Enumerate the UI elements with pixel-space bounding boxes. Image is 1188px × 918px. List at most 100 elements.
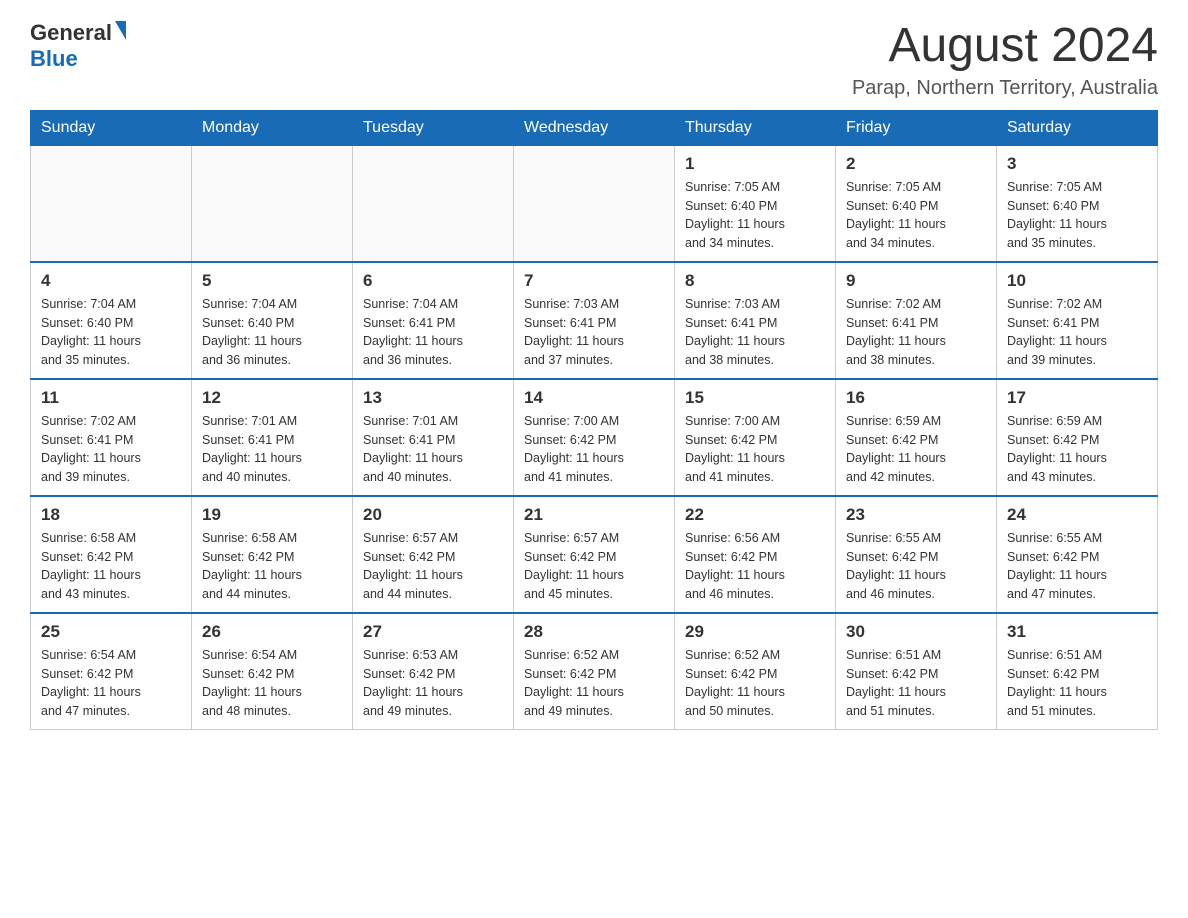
day-number: 4 (41, 271, 181, 291)
calendar-day-header: Friday (836, 110, 997, 145)
day-info: Sunrise: 7:04 AM Sunset: 6:40 PM Dayligh… (41, 295, 181, 370)
calendar-week-row: 18 Sunrise: 6:58 AM Sunset: 6:42 PM Dayli… (31, 496, 1158, 613)
day-info: Sunrise: 6:58 AM Sunset: 6:42 PM Dayligh… (41, 529, 181, 604)
day-number: 25 (41, 622, 181, 642)
day-number: 9 (846, 271, 986, 291)
day-number: 21 (524, 505, 664, 525)
calendar-day-header: Thursday (675, 110, 836, 145)
calendar-cell: 5 Sunrise: 7:04 AM Sunset: 6:40 PM Daylig… (192, 262, 353, 379)
calendar-cell: 15Sunrise: 7:00 AM Sunset: 6:42 PM Dayli… (675, 379, 836, 496)
calendar-day-header: Sunday (31, 110, 192, 145)
day-info: Sunrise: 7:00 AM Sunset: 6:42 PM Dayligh… (524, 412, 664, 487)
day-number: 14 (524, 388, 664, 408)
calendar-cell: 25 Sunrise: 6:54 AM Sunset: 6:42 PM Dayli… (31, 613, 192, 730)
logo: General Blue (30, 20, 126, 72)
day-number: 27 (363, 622, 503, 642)
calendar-day-header: Saturday (997, 110, 1158, 145)
calendar-cell: 6Sunrise: 7:04 AM Sunset: 6:41 PM Daylig… (353, 262, 514, 379)
location-title: Parap, Northern Territory, Australia (852, 77, 1158, 100)
calendar-day-header: Tuesday (353, 110, 514, 145)
day-info: Sunrise: 6:51 AM Sunset: 6:42 PM Dayligh… (846, 646, 986, 721)
day-info: Sunrise: 6:51 AM Sunset: 6:42 PM Dayligh… (1007, 646, 1147, 721)
day-info: Sunrise: 6:58 AM Sunset: 6:42 PM Dayligh… (202, 529, 342, 604)
calendar-cell: 20 Sunrise: 6:57 AM Sunset: 6:42 PM Dayli… (353, 496, 514, 613)
day-info: Sunrise: 6:59 AM Sunset: 6:42 PM Dayligh… (846, 412, 986, 487)
day-number: 18 (41, 505, 181, 525)
logo-blue: Blue (30, 46, 78, 72)
calendar-cell (31, 145, 192, 262)
day-info: Sunrise: 7:02 AM Sunset: 6:41 PM Dayligh… (846, 295, 986, 370)
calendar-cell: 17 Sunrise: 6:59 AM Sunset: 6:42 PM Dayli… (997, 379, 1158, 496)
day-number: 22 (685, 505, 825, 525)
calendar-week-row: 1 Sunrise: 7:05 AM Sunset: 6:40 PM Daylig… (31, 145, 1158, 262)
day-number: 31 (1007, 622, 1147, 642)
calendar-cell: 27 Sunrise: 6:53 AM Sunset: 6:42 PM Dayli… (353, 613, 514, 730)
day-number: 5 (202, 271, 342, 291)
calendar-cell: 22 Sunrise: 6:56 AM Sunset: 6:42 PM Dayli… (675, 496, 836, 613)
day-info: Sunrise: 7:01 AM Sunset: 6:41 PM Dayligh… (202, 412, 342, 487)
day-number: 17 (1007, 388, 1147, 408)
day-number: 16 (846, 388, 986, 408)
calendar-cell: 21 Sunrise: 6:57 AM Sunset: 6:42 PM Dayli… (514, 496, 675, 613)
day-number: 15 (685, 388, 825, 408)
day-number: 6 (363, 271, 503, 291)
calendar-cell: 24 Sunrise: 6:55 AM Sunset: 6:42 PM Dayli… (997, 496, 1158, 613)
day-number: 24 (1007, 505, 1147, 525)
day-info: Sunrise: 6:54 AM Sunset: 6:42 PM Dayligh… (41, 646, 181, 721)
day-number: 20 (363, 505, 503, 525)
calendar-cell: 7 Sunrise: 7:03 AM Sunset: 6:41 PM Daylig… (514, 262, 675, 379)
calendar-cell: 28 Sunrise: 6:52 AM Sunset: 6:42 PM Dayli… (514, 613, 675, 730)
day-info: Sunrise: 6:57 AM Sunset: 6:42 PM Dayligh… (524, 529, 664, 604)
calendar-cell: 12Sunrise: 7:01 AM Sunset: 6:41 PM Dayli… (192, 379, 353, 496)
calendar-day-header: Wednesday (514, 110, 675, 145)
day-info: Sunrise: 7:03 AM Sunset: 6:41 PM Dayligh… (524, 295, 664, 370)
calendar-cell (514, 145, 675, 262)
day-number: 10 (1007, 271, 1147, 291)
day-info: Sunrise: 7:05 AM Sunset: 6:40 PM Dayligh… (1007, 178, 1147, 253)
day-number: 7 (524, 271, 664, 291)
calendar-cell: 18 Sunrise: 6:58 AM Sunset: 6:42 PM Dayli… (31, 496, 192, 613)
calendar-week-row: 4 Sunrise: 7:04 AM Sunset: 6:40 PM Daylig… (31, 262, 1158, 379)
day-number: 3 (1007, 154, 1147, 174)
calendar-cell: 1 Sunrise: 7:05 AM Sunset: 6:40 PM Daylig… (675, 145, 836, 262)
calendar-day-header: Monday (192, 110, 353, 145)
calendar-table: SundayMondayTuesdayWednesdayThursdayFrid… (30, 110, 1158, 730)
day-number: 13 (363, 388, 503, 408)
calendar-cell (192, 145, 353, 262)
day-info: Sunrise: 6:53 AM Sunset: 6:42 PM Dayligh… (363, 646, 503, 721)
day-info: Sunrise: 7:05 AM Sunset: 6:40 PM Dayligh… (846, 178, 986, 253)
day-info: Sunrise: 6:56 AM Sunset: 6:42 PM Dayligh… (685, 529, 825, 604)
day-info: Sunrise: 6:57 AM Sunset: 6:42 PM Dayligh… (363, 529, 503, 604)
calendar-cell: 11Sunrise: 7:02 AM Sunset: 6:41 PM Dayli… (31, 379, 192, 496)
day-info: Sunrise: 6:55 AM Sunset: 6:42 PM Dayligh… (1007, 529, 1147, 604)
calendar-cell: 16 Sunrise: 6:59 AM Sunset: 6:42 PM Dayli… (836, 379, 997, 496)
calendar-cell: 3 Sunrise: 7:05 AM Sunset: 6:40 PM Daylig… (997, 145, 1158, 262)
day-info: Sunrise: 7:04 AM Sunset: 6:40 PM Dayligh… (202, 295, 342, 370)
day-number: 2 (846, 154, 986, 174)
calendar-cell: 13 Sunrise: 7:01 AM Sunset: 6:41 PM Dayli… (353, 379, 514, 496)
day-number: 29 (685, 622, 825, 642)
day-info: Sunrise: 7:03 AM Sunset: 6:41 PM Dayligh… (685, 295, 825, 370)
calendar-cell: 19Sunrise: 6:58 AM Sunset: 6:42 PM Dayli… (192, 496, 353, 613)
day-number: 26 (202, 622, 342, 642)
title-section: August 2024 Parap, Northern Territory, A… (852, 20, 1158, 100)
calendar-cell: 9 Sunrise: 7:02 AM Sunset: 6:41 PM Daylig… (836, 262, 997, 379)
day-info: Sunrise: 7:01 AM Sunset: 6:41 PM Dayligh… (363, 412, 503, 487)
calendar-cell: 23Sunrise: 6:55 AM Sunset: 6:42 PM Dayli… (836, 496, 997, 613)
day-info: Sunrise: 6:59 AM Sunset: 6:42 PM Dayligh… (1007, 412, 1147, 487)
day-number: 1 (685, 154, 825, 174)
day-info: Sunrise: 6:52 AM Sunset: 6:42 PM Dayligh… (685, 646, 825, 721)
day-info: Sunrise: 7:05 AM Sunset: 6:40 PM Dayligh… (685, 178, 825, 253)
calendar-cell: 31 Sunrise: 6:51 AM Sunset: 6:42 PM Dayli… (997, 613, 1158, 730)
logo-general: General (30, 20, 112, 46)
calendar-cell (353, 145, 514, 262)
calendar-cell: 2 Sunrise: 7:05 AM Sunset: 6:40 PM Daylig… (836, 145, 997, 262)
day-info: Sunrise: 6:52 AM Sunset: 6:42 PM Dayligh… (524, 646, 664, 721)
calendar-cell: 30 Sunrise: 6:51 AM Sunset: 6:42 PM Dayli… (836, 613, 997, 730)
calendar-week-row: 25 Sunrise: 6:54 AM Sunset: 6:42 PM Dayli… (31, 613, 1158, 730)
day-number: 28 (524, 622, 664, 642)
calendar-cell: 29 Sunrise: 6:52 AM Sunset: 6:42 PM Dayli… (675, 613, 836, 730)
day-number: 30 (846, 622, 986, 642)
day-info: Sunrise: 7:02 AM Sunset: 6:41 PM Dayligh… (41, 412, 181, 487)
day-number: 8 (685, 271, 825, 291)
